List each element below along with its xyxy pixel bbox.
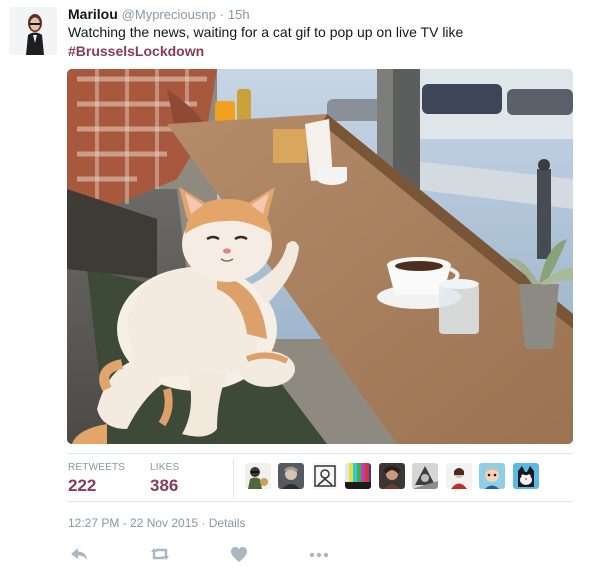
like-icon[interactable]: [228, 543, 252, 567]
stats-divider-top: [67, 453, 573, 454]
liker-avatar-7[interactable]: [445, 463, 472, 489]
tweet-body: Watching the news, waiting for a cat gif…: [68, 24, 464, 40]
tweet-time-ago[interactable]: 15h: [228, 7, 250, 22]
tweet-text: Watching the news, waiting for a cat gif…: [68, 23, 578, 61]
author-handle[interactable]: @Mypreciousnp: [122, 7, 216, 22]
stats-separator: [233, 459, 234, 499]
hashtag-link[interactable]: #BrusselsLockdown: [68, 43, 204, 59]
reply-icon[interactable]: [68, 543, 92, 567]
liker-avatar-6[interactable]: [412, 463, 439, 489]
liker-avatar-8[interactable]: [479, 463, 506, 489]
liker-avatar-5[interactable]: [378, 463, 405, 489]
liker-avatar-2[interactable]: [278, 463, 305, 489]
retweets-label[interactable]: RETWEETS: [68, 462, 125, 473]
liker-avatar-9[interactable]: [512, 463, 539, 489]
more-icon[interactable]: [308, 543, 332, 567]
tweet-media[interactable]: [67, 69, 573, 444]
details-link[interactable]: Details: [209, 516, 246, 530]
liker-avatar-4[interactable]: [345, 463, 372, 489]
tweet-timestamp-row: 12:27 PM - 22 Nov 2015 · Details: [68, 516, 245, 530]
stats-divider-bottom: [67, 501, 573, 502]
liker-avatars: [245, 463, 542, 489]
retweets-count[interactable]: 222: [68, 476, 96, 496]
header-separator: ·: [219, 7, 225, 22]
timestamp-separator: ·: [201, 516, 206, 530]
author-avatar[interactable]: [9, 7, 57, 55]
liker-avatar-3[interactable]: [311, 463, 338, 489]
liker-avatar-1[interactable]: [245, 463, 271, 489]
tweet-header: Marilou @Mypreciousnp · 15h: [68, 5, 250, 24]
likes-count[interactable]: 386: [150, 476, 178, 496]
retweet-icon[interactable]: [148, 543, 172, 567]
tweet-timestamp[interactable]: 12:27 PM - 22 Nov 2015: [68, 516, 198, 530]
cat-in-cafe-gif: [67, 69, 573, 444]
author-name[interactable]: Marilou: [68, 6, 118, 22]
likes-label[interactable]: LIKES: [150, 462, 179, 473]
